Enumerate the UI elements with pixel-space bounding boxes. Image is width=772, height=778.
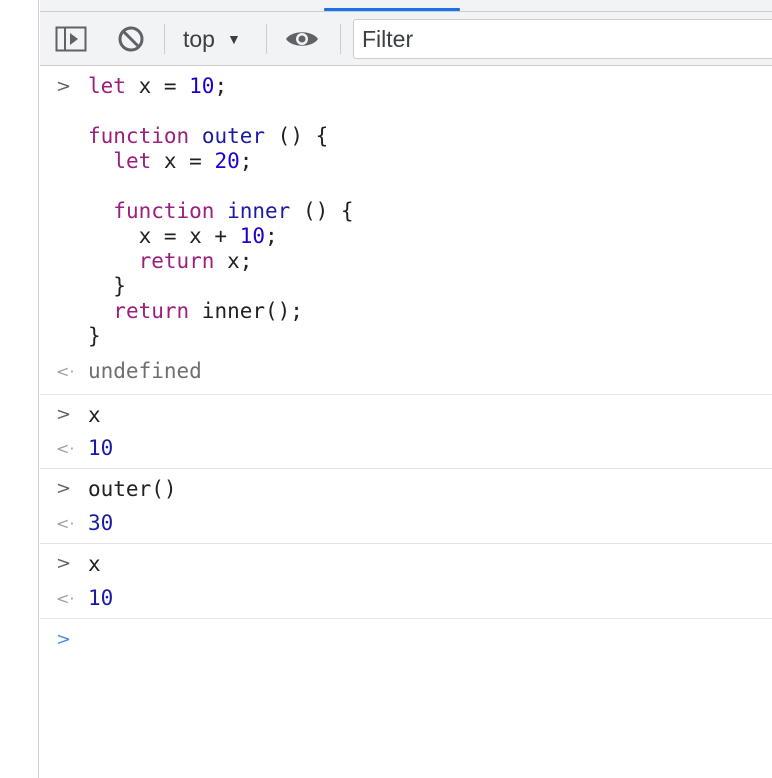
code-line: x [88,403,101,427]
input-prompt-icon: > [56,76,72,97]
input-prompt-icon: > [56,404,72,425]
prompt-input[interactable] [40,628,772,653]
console-result-entry: <· undefined [40,349,772,395]
result-arrow-icon: <· [56,514,75,533]
context-selector[interactable]: top ▼ [183,22,241,56]
console-input-entry[interactable]: > x [40,395,772,431]
code-line: x [88,552,101,576]
result-value: 30 [88,511,114,535]
result-value: 10 [88,586,114,610]
console-toolbar: top ▼ [40,12,772,66]
code-line: let x = 10; [88,74,228,98]
toolbar-separator [266,24,267,54]
console-input-entry[interactable]: > x [40,544,772,581]
active-tab-indicator [324,8,460,11]
panel-tabstrip [40,0,772,12]
result-value: 10 [88,436,114,460]
code-line: function inner () { [113,199,354,223]
clear-console-icon[interactable] [114,22,148,56]
toolbar-separator [164,24,165,54]
console-result-entry: <· 10 [40,431,772,469]
result-value: undefined [88,359,202,383]
console-input-entry[interactable]: > let x = 10; function outer () { let x … [40,67,772,349]
code-line: function outer () { [88,124,329,148]
input-prompt-icon: > [56,478,72,499]
result-arrow-icon: <· [56,589,75,608]
input-prompt-icon: > [56,553,72,574]
code-line: x = x + 10; [138,224,278,248]
console-result-entry: <· 30 [40,506,772,544]
code-line: outer() [88,477,177,501]
toolbar-separator [340,24,341,54]
code-line: return inner(); [113,299,303,323]
code-line: } [88,324,101,348]
code-line: return x; [138,249,253,273]
sidebar-toggle-icon[interactable] [54,22,88,56]
filter-box [353,19,772,59]
filter-input[interactable] [354,20,772,58]
code-line: let x = 20; [113,149,253,173]
console-messages: > let x = 10; function outer () { let x … [40,67,772,663]
context-label: top [183,25,215,52]
result-arrow-icon: <· [56,439,75,458]
context-caret-icon: ▼ [226,31,241,47]
prompt-chevron-icon: > [56,629,72,650]
left-panel-edge [0,0,39,778]
console-panel: top ▼ > let x = 10; function outer () { … [40,0,772,778]
code-block: let x = 10; function outer () { let x = … [40,74,772,349]
code-line: } [113,274,126,298]
console-result-entry: <· 10 [40,581,772,619]
console-input-entry[interactable]: > outer() [40,469,772,506]
eye-icon[interactable] [284,22,320,56]
console-prompt[interactable]: > [40,619,772,663]
result-arrow-icon: <· [56,362,75,381]
